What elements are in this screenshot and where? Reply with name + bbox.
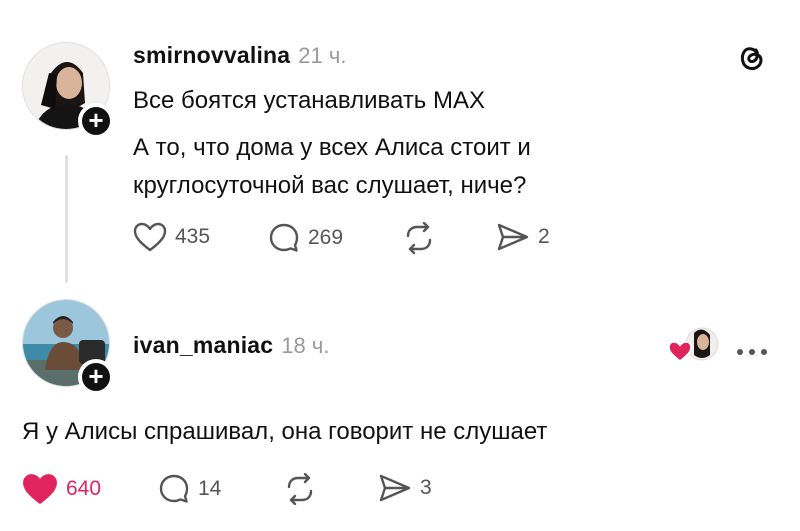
reply-username[interactable]: ivan_maniac xyxy=(133,332,273,358)
liked-by-author-icon xyxy=(668,327,720,363)
comment-icon xyxy=(159,474,189,503)
reply-timestamp: 18 ч. xyxy=(281,333,330,358)
reply-share-count: 3 xyxy=(420,476,432,499)
follow-plus-icon[interactable]: + xyxy=(78,359,114,395)
post-line-2: А то, что дома у всех Алиса стоит и xyxy=(133,134,531,161)
post-share-count: 2 xyxy=(538,225,550,248)
post-repost-button[interactable] xyxy=(402,222,436,254)
heart-filled-icon xyxy=(23,474,57,504)
post-share-button[interactable]: 2 xyxy=(496,222,550,252)
share-icon xyxy=(497,223,529,251)
more-options-icon[interactable] xyxy=(736,343,768,361)
post-username[interactable]: smirnovvalina xyxy=(133,42,290,68)
post-line-1: Все боятся устанавливать MAX xyxy=(133,87,485,114)
repost-icon xyxy=(287,473,313,505)
share-icon xyxy=(379,474,411,502)
comment-icon xyxy=(269,223,299,252)
threads-logo-icon[interactable] xyxy=(735,40,767,79)
reply-comment-button[interactable]: 14 xyxy=(158,473,221,505)
reply-share-button[interactable]: 3 xyxy=(378,473,432,503)
reply-body: Я у Алисы спрашивал, она говорит не слуш… xyxy=(22,418,548,445)
post-body: Все боятся устанавливать MAX А то, что д… xyxy=(133,82,531,205)
reply-repost-button[interactable] xyxy=(283,473,317,505)
repost-icon xyxy=(406,222,432,254)
reply-like-button[interactable]: 640 xyxy=(22,473,101,505)
post-header: smirnovvalina 21 ч. xyxy=(133,42,346,69)
reply-header: ivan_maniac 18 ч. xyxy=(133,332,329,359)
post-comment-button[interactable]: 269 xyxy=(268,222,343,254)
post-like-button[interactable]: 435 xyxy=(133,222,210,252)
thread-line xyxy=(65,155,68,283)
post-like-count: 435 xyxy=(175,225,211,248)
heart-icon xyxy=(133,222,167,252)
follow-plus-icon[interactable]: + xyxy=(78,103,114,139)
post-line-3: круглосуточной вас слушает, ниче? xyxy=(133,172,527,199)
reply-comment-count: 14 xyxy=(198,477,222,500)
post-comment-count: 269 xyxy=(308,226,344,249)
post-timestamp: 21 ч. xyxy=(298,43,347,68)
reply-like-count: 640 xyxy=(66,477,102,500)
